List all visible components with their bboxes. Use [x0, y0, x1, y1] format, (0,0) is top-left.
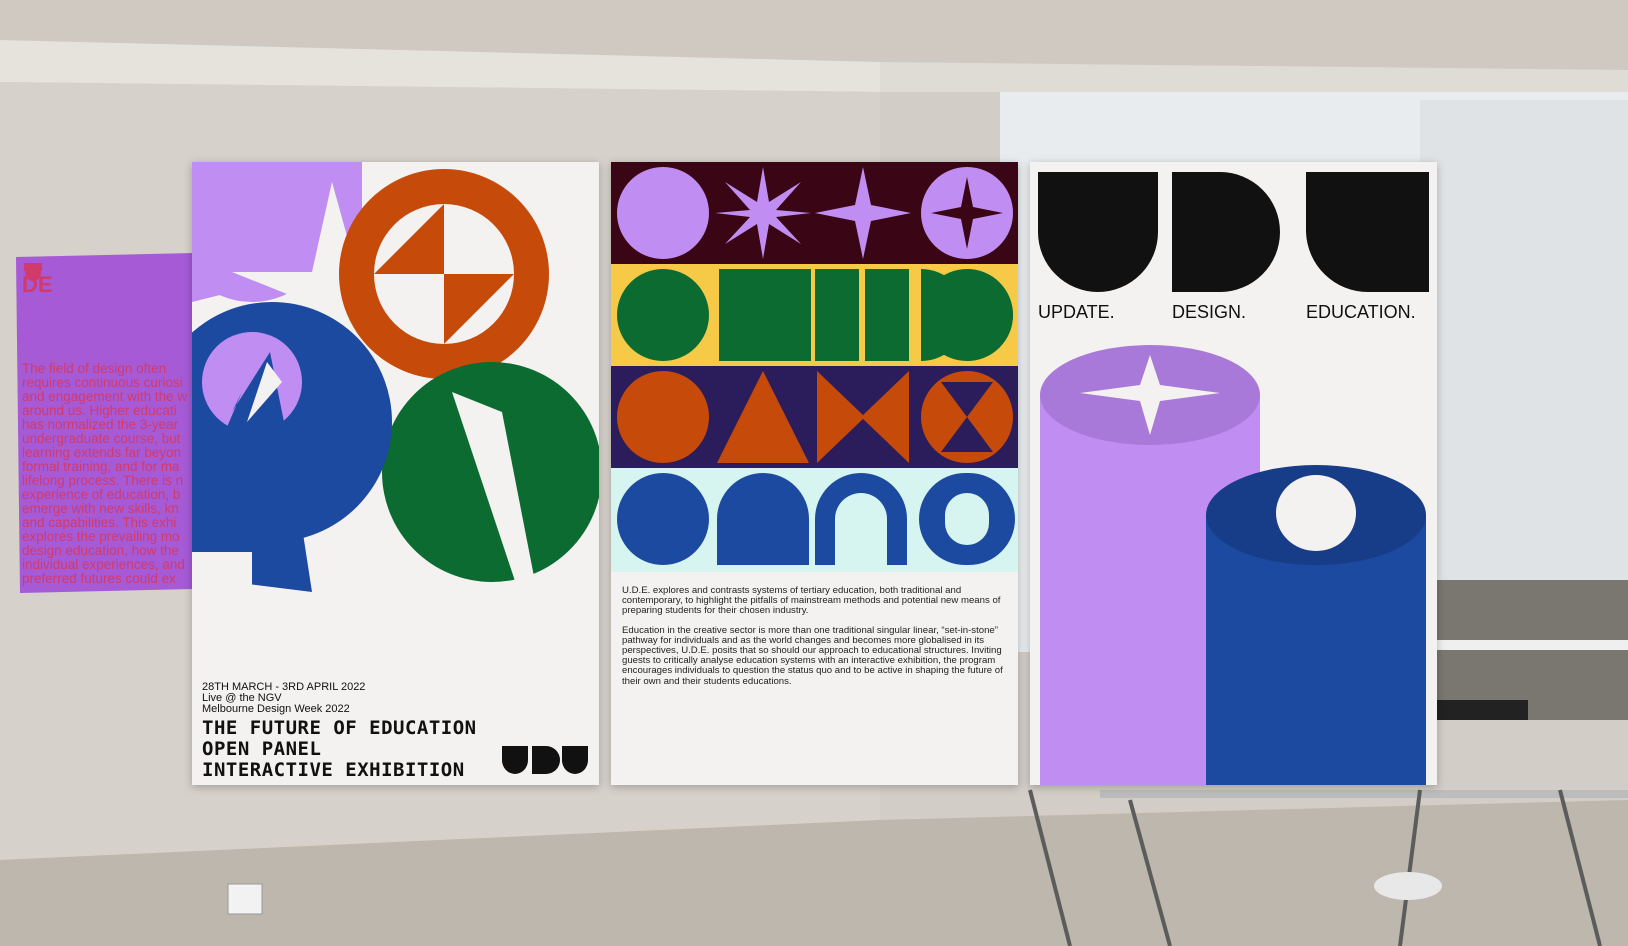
- word-update: UPDATE.: [1038, 302, 1115, 322]
- udu-logo-small: [502, 746, 588, 774]
- wall-poster-line: learning extends far beyon: [22, 445, 182, 460]
- poster2-shape-grid: [611, 162, 1018, 572]
- poster-shape-grid: U.D.E. explores and contrasts systems of…: [611, 162, 1018, 785]
- wall-poster-line: explores the prevailing mo: [22, 529, 180, 544]
- wall-poster-line: requires continuous curiosi: [22, 375, 183, 390]
- wall-poster-line: and capabilities. This exhi: [22, 515, 177, 530]
- wall-poster-line: undergraduate course, but: [22, 431, 181, 446]
- wall-poster-line: The field of design often: [22, 362, 167, 376]
- word-education: EDUCATION.: [1306, 302, 1416, 322]
- wall-poster-line: preferred futures could ex: [22, 571, 176, 586]
- wall-poster-line: experience of education, b: [22, 487, 181, 502]
- wall-poster-line: formal training, and for ma: [22, 459, 180, 474]
- wall-poster-line: has normalized the 3-year: [22, 417, 179, 432]
- poster-future-of-education: 28TH MARCH - 3RD APRIL 2022 Live @ the N…: [192, 162, 599, 785]
- title-line-1: THE FUTURE OF EDUCATION: [202, 717, 477, 739]
- wall-poster-logo: DE: [22, 272, 53, 297]
- description-paragraph-2: Education in the creative sector is more…: [622, 624, 1003, 687]
- wall-poster-line: around us. Higher educati: [22, 403, 177, 418]
- wall-poster-line: and engagement with the w: [22, 389, 188, 404]
- wall-poster-line: design education, how the: [22, 543, 179, 558]
- poster1-title: THE FUTURE OF EDUCATION OPEN PANEL INTER…: [202, 718, 477, 781]
- poster3-cylinders: [1040, 345, 1426, 785]
- poster-update-design-education: UPDATE. DESIGN. EDUCATION.: [1030, 162, 1437, 785]
- word-design: DESIGN.: [1172, 302, 1247, 322]
- event-name: Melbourne Design Week 2022: [202, 703, 350, 715]
- wall-poster-text: The field of design often requires contin…: [22, 362, 192, 586]
- poster1-abstract-shapes: [192, 162, 599, 612]
- title-line-2: OPEN PANEL: [202, 738, 322, 760]
- wall-poster-line: lifelong process. There is n: [22, 473, 184, 488]
- description-paragraph-1: U.D.E. explores and contrasts systems of…: [622, 585, 1001, 617]
- udu-logo-large: [1038, 172, 1429, 292]
- wall-poster-line: emerge with new skills, kn: [22, 501, 179, 516]
- wall-poster-line: individual experiences, and: [22, 557, 185, 572]
- title-line-3: INTERACTIVE EXHIBITION: [202, 759, 465, 781]
- poster2-description: U.D.E. explores and contrasts systems of…: [622, 585, 1007, 696]
- poster1-info: 28TH MARCH - 3RD APRIL 2022 Live @ the N…: [202, 682, 365, 715]
